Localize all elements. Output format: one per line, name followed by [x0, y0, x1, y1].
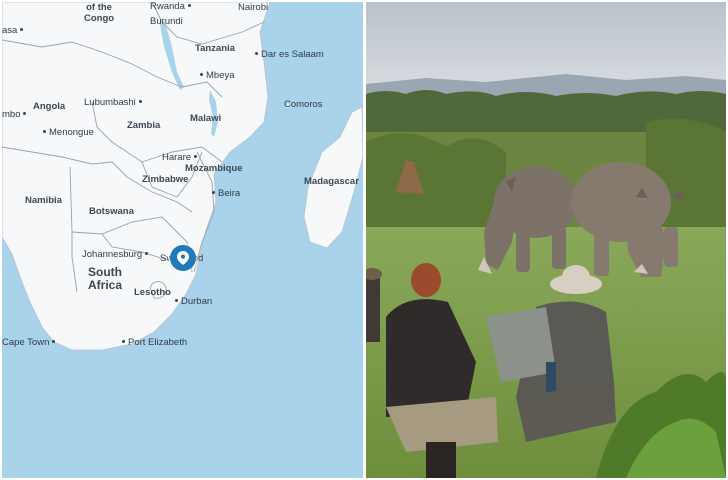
map-pin-icon [177, 251, 189, 265]
label-rwanda: Rwanda [150, 2, 191, 12]
label-port-elizabeth: Port Elizabeth [122, 338, 187, 348]
label-comoros: Comoros [284, 99, 323, 110]
label-lubango: mbo [2, 110, 26, 120]
location-pin-marker[interactable] [170, 245, 196, 271]
label-lubumbashi: Lubumbashi [84, 98, 142, 108]
safari-photo [366, 2, 726, 478]
label-nairobi: Nairobi [238, 2, 269, 13]
label-menongue: Menongue [43, 128, 94, 138]
label-angola: Angola [33, 101, 66, 112]
label-dar-es-salaam: Dar es Salaam [255, 50, 324, 60]
label-of-the-congo: of the Congo [84, 2, 115, 24]
label-zimbabwe: Zimbabwe [142, 174, 189, 185]
label-madagascar: Madagascar [304, 176, 359, 187]
map-canvas [2, 2, 363, 351]
label-malawi: Malawi [190, 113, 222, 124]
label-cape-town: Cape Town [2, 338, 55, 348]
map-panel[interactable]: of the Congo Rwanda Nairobi Burundi asa … [2, 2, 363, 478]
label-lesotho: Lesotho [134, 287, 171, 298]
label-harare: Harare [162, 153, 197, 163]
label-burundi: Burundi [150, 16, 183, 27]
label-mbeya: Mbeya [200, 71, 235, 81]
label-beira: Beira [212, 189, 240, 199]
label-zambia: Zambia [127, 120, 161, 131]
label-johannesburg: Johannesburg [82, 250, 148, 260]
label-tanzania: Tanzania [195, 43, 235, 54]
person-left-edge [366, 268, 382, 342]
label-kinshasa: asa [2, 26, 23, 36]
label-south-africa: South Africa [88, 265, 123, 292]
label-botswana: Botswana [89, 206, 134, 217]
label-mozambique: Mozambique [185, 163, 243, 174]
label-durban: Durban [175, 297, 212, 307]
label-namibia: Namibia [25, 195, 62, 206]
rhino-safari-image [366, 2, 726, 478]
